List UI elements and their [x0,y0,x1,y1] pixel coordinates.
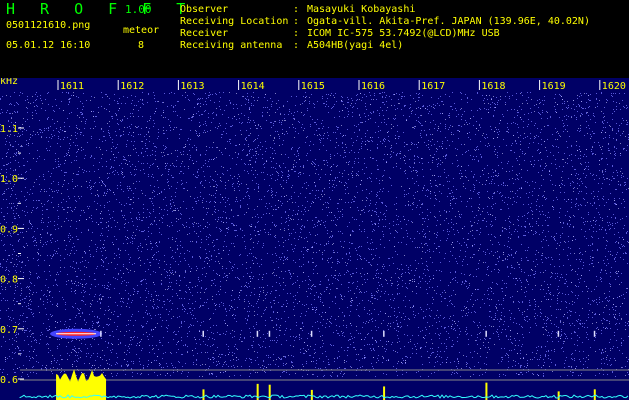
info-label: Receiver [180,28,229,39]
freq-tick-label: 0.8 [0,275,18,286]
time-tick-label: 1619 [542,81,566,92]
time-tick-label: 1614 [241,81,265,92]
meteor-echo-spot [557,330,560,337]
spectrogram-background [0,78,629,400]
info-label: Receiving antenna [180,40,283,51]
info-value: ICOM IC-575 53.7492(@LCD)MHz USB [307,28,500,39]
unit-label: kHz [0,78,18,87]
info-row-antenna: Receiving antenna : A504HB(yagi 4el) [180,40,590,52]
meteor-echo-spot [100,330,102,337]
info-label: Observer [180,4,229,15]
info-sep: : [293,28,300,39]
amplitude-spike [202,389,205,400]
meteor-echo-spot [485,330,487,337]
info-value: Ogata-vill. Akita-Pref. JAPAN (139.96E, … [307,16,590,27]
info-row-receiver: Receiver : ICOM IC-575 53.7492(@LCD)MHz … [180,28,590,40]
header-panel: H R O F F T 1.00 0501121610.png 05.01.12… [0,0,629,78]
info-row-observer: Observer : Masayuki Kobayashi [180,4,590,16]
freq-tick-label: 0.9 [0,224,18,235]
info-row-location: Receiving Location : Ogata-vill. Akita-P… [180,16,590,28]
freq-tick-label: 0.7 [0,325,18,336]
meteor-label: meteor [123,25,160,36]
time-tick-label: 1616 [361,81,385,92]
time-tick-label: 1612 [120,81,144,92]
info-sep: : [293,4,300,15]
filename-label: 0501121610.png [6,20,91,31]
app-version: 1.00 [125,3,152,16]
info-value: A504HB(yagi 4el) [307,40,404,51]
time-tick-label: 1620 [602,81,626,92]
time-tick-label: 1618 [481,81,505,92]
freq-tick-label: 1.1 [0,124,18,135]
amplitude-spike [310,389,313,400]
meteor-echo-spot [256,330,259,337]
station-info: Observer : Masayuki Kobayashi Receiving … [180,4,590,52]
freq-tick-label: 1.0 [0,174,18,185]
time-tick-label: 1613 [180,81,204,92]
meteor-count: 8 [138,40,145,51]
time-tick-label: 1615 [301,81,325,92]
datetime-label: 05.01.12 16:10 [6,40,91,51]
info-sep: : [293,16,300,27]
amplitude-spike [593,389,596,400]
app-title: H R O F F T [6,0,194,18]
spectrogram-plot: kHz 1611 1612 1613 1614 1615 1616 1617 1618 1619… [0,78,629,400]
meteor-echo-spot [268,330,271,337]
meteor-echo-spot [383,330,385,337]
time-tick-label: 1611 [60,81,84,92]
time-tick-label: 1617 [421,81,445,92]
freq-tick-label: 0.6 [0,375,18,386]
info-value: Masayuki Kobayashi [307,4,416,15]
meteor-echo-spot [310,330,313,337]
info-sep: : [293,40,300,51]
meteor-echo-spot [202,330,204,337]
spectrogram-svg: kHz 1611 1612 1613 1614 1615 1616 1617 1618 1619… [0,78,629,400]
info-label: Receiving Location [180,16,289,27]
meteor-echo-spot [593,330,596,337]
